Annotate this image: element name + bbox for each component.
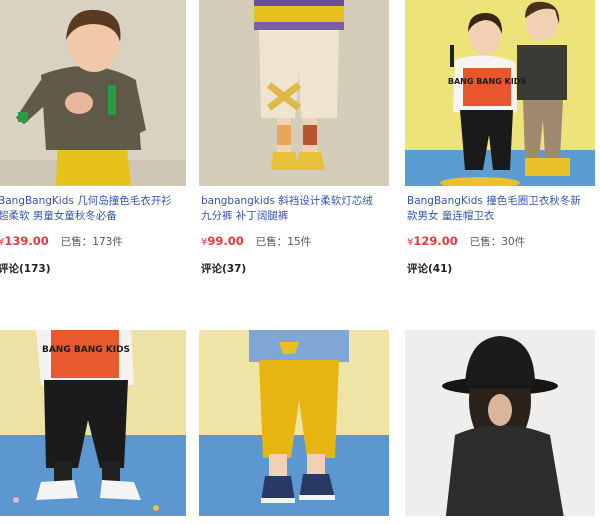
- product-title-link[interactable]: BangBangKids 撞色毛圈卫衣秋冬新款男女 童连帽卫衣: [407, 194, 587, 224]
- sold-count: 已售：15件: [255, 236, 312, 248]
- product-image[interactable]: [0, 0, 186, 186]
- price-row: ¥129.00 已售：30件: [407, 233, 592, 249]
- review-count-link[interactable]: 评论(37): [201, 261, 246, 276]
- product-photo-two-kids-hoodie: BANG BANG KIDS: [405, 0, 595, 186]
- product-image[interactable]: [405, 330, 595, 516]
- review-count-link[interactable]: 评论(173): [0, 261, 51, 276]
- product-image[interactable]: BANG BANG KIDS: [405, 0, 595, 186]
- product-photo-yellow-corduroy: [199, 330, 389, 516]
- product-price: 129.00: [413, 234, 458, 248]
- sold-count: 已售：30件: [469, 236, 526, 248]
- price-row: ¥139.00 已售：173件: [0, 233, 183, 249]
- product-photo-harem-pants: BANG BANG KIDS: [0, 330, 186, 516]
- print-text: BANG BANG KIDS: [42, 345, 130, 355]
- print-text: BANG BANG KIDS: [448, 77, 526, 86]
- product-photo-boy-cardigan: [0, 0, 186, 186]
- product-photo-black-hat: [405, 330, 595, 516]
- product-price: 139.00: [4, 234, 49, 248]
- product-title-link[interactable]: bangbangkids 斜裆设计柔软灯芯绒九分裤 补丁阔腿裤: [201, 194, 381, 224]
- sold-count: 已售：173件: [60, 236, 123, 248]
- product-price: 99.00: [207, 234, 244, 248]
- product-image[interactable]: [199, 0, 389, 186]
- price-row: ¥99.00 已售：15件: [201, 233, 386, 249]
- product-image[interactable]: BANG BANG KIDS: [0, 330, 186, 516]
- product-image[interactable]: [199, 330, 389, 516]
- product-title-link[interactable]: BangBangKids 几何岛撞色毛衣开衫超柔软 男童女童秋冬必备: [0, 194, 178, 224]
- review-count-link[interactable]: 评论(41): [407, 261, 452, 276]
- product-photo-corduroy-pants: [199, 0, 389, 186]
